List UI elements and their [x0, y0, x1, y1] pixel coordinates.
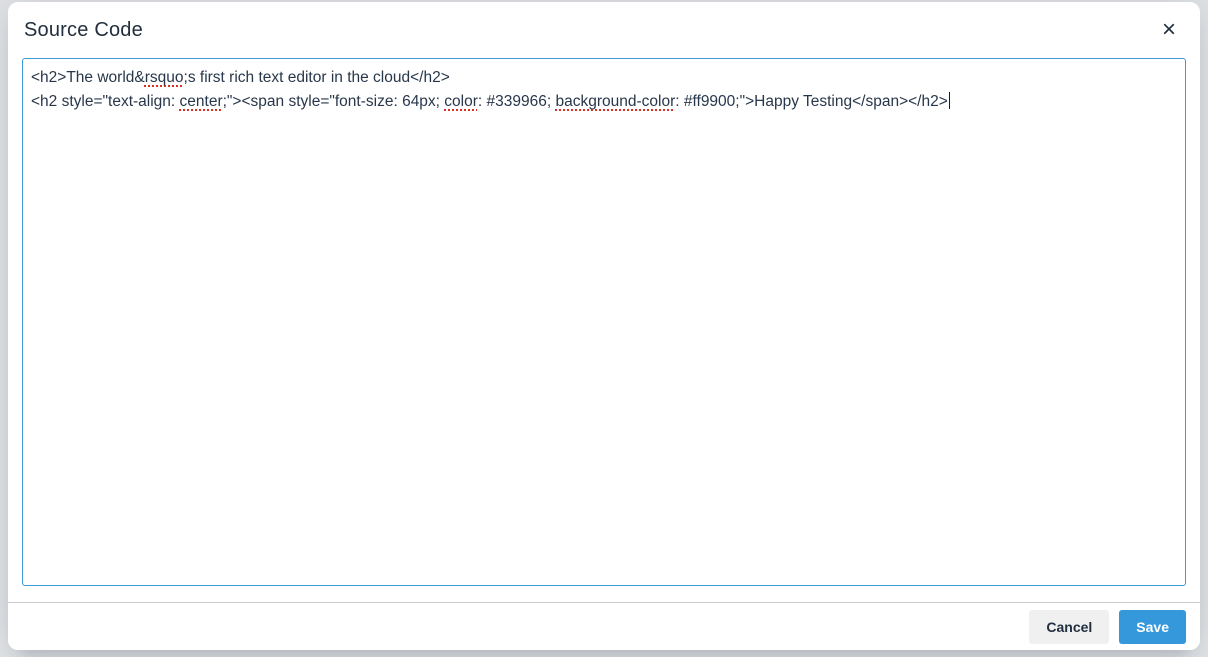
text-caret — [948, 92, 951, 109]
code-text: : #339966; — [477, 93, 556, 110]
close-icon: × — [1161, 16, 1176, 43]
code-text: ;s first rich text editor in the cloud</… — [183, 69, 450, 86]
close-button[interactable]: × — [1152, 13, 1186, 47]
code-text: : #ff9900;">Happy Testing</span></h2> — [675, 93, 948, 110]
dialog-footer: Cancel Save — [8, 602, 1200, 650]
code-text: <h2 style="text-align: — [31, 93, 180, 110]
dialog-header: Source Code × — [8, 2, 1200, 58]
source-code-dialog: Source Code × <h2>The world&rsquo;s firs… — [8, 2, 1200, 650]
code-text: ;"><span style="font-size: 64px; — [222, 93, 445, 110]
dialog-body: <h2>The world&rsquo;s first rich text ed… — [8, 58, 1200, 602]
cancel-button[interactable]: Cancel — [1029, 609, 1110, 644]
dialog-title: Source Code — [24, 18, 143, 41]
misspelled-word: background-color — [555, 93, 676, 110]
modal-backdrop: Source Code × <h2>The world&rsquo;s firs… — [0, 0, 1208, 657]
misspelled-word: rsquo — [144, 69, 184, 86]
misspelled-word: color — [444, 93, 478, 110]
misspelled-word: center — [179, 93, 223, 110]
save-button[interactable]: Save — [1119, 609, 1186, 644]
code-line: <h2 style="text-align: center;"><span st… — [31, 90, 1177, 114]
code-line: <h2>The world&rsquo;s first rich text ed… — [31, 66, 1177, 90]
source-code-textarea[interactable]: <h2>The world&rsquo;s first rich text ed… — [22, 58, 1186, 586]
code-text: <h2>The world& — [31, 69, 145, 86]
